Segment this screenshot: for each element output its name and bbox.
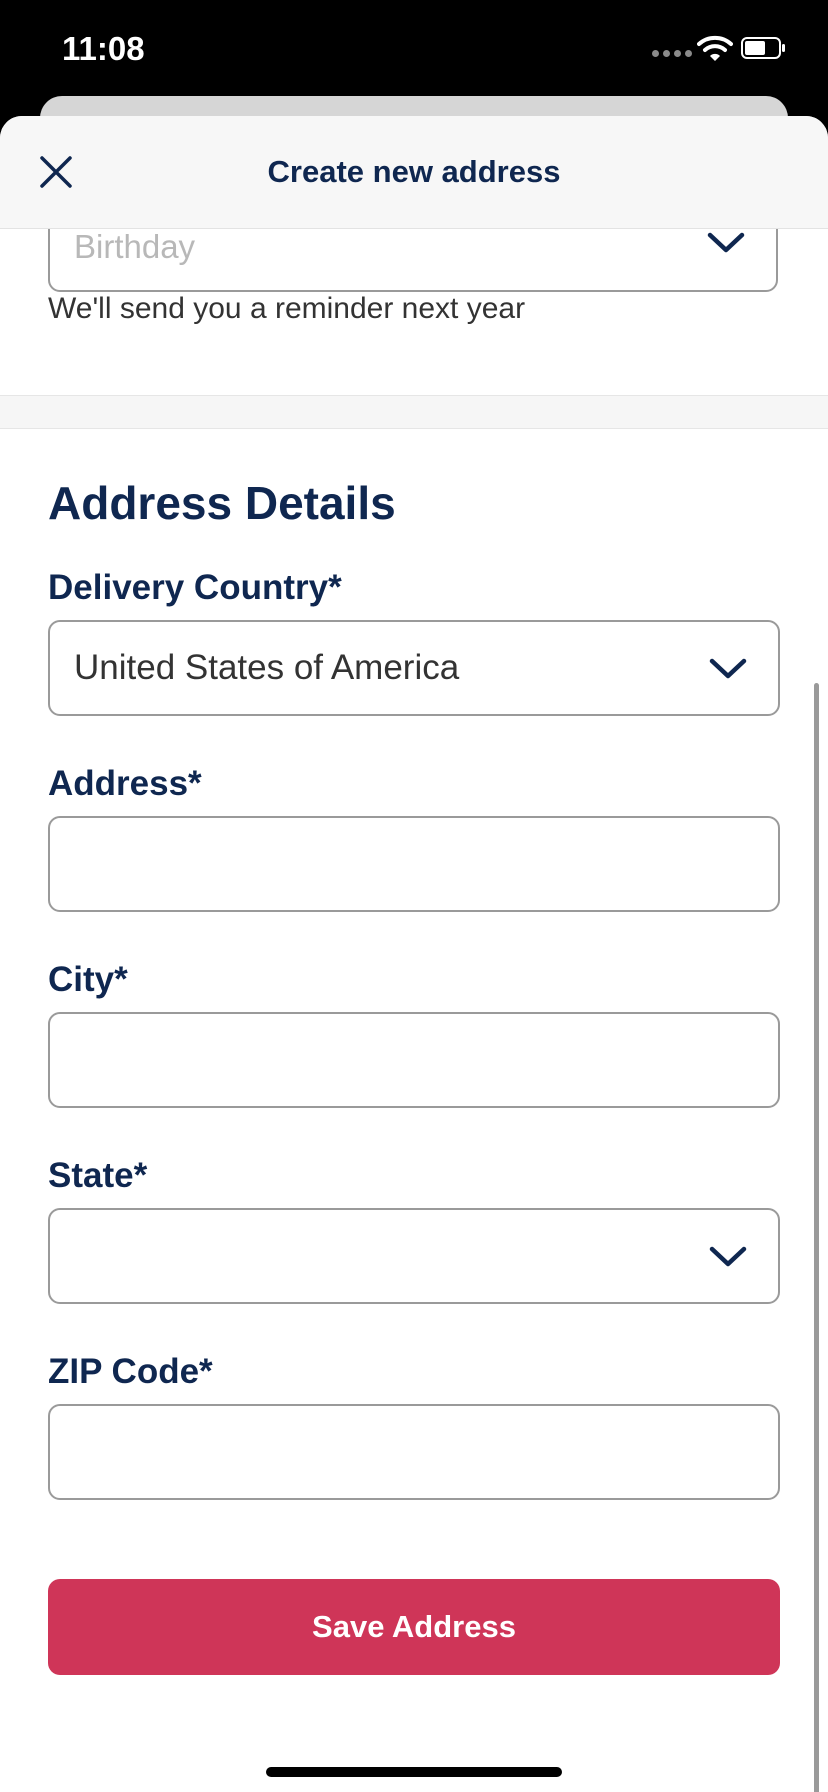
chevron-down-icon — [709, 1246, 747, 1267]
city-label: City* — [48, 960, 128, 999]
zip-code-label: ZIP Code* — [48, 1352, 213, 1391]
city-input[interactable] — [48, 1012, 780, 1108]
save-address-button[interactable]: Save Address — [48, 1579, 780, 1675]
delivery-country-label: Delivery Country* — [48, 568, 342, 607]
delivery-country-value: United States of America — [74, 648, 460, 687]
home-indicator[interactable] — [266, 1767, 562, 1777]
address-sheet: Create new address Birthday We'll send y… — [0, 116, 828, 1792]
battery-icon — [741, 37, 785, 59]
zip-code-input[interactable] — [48, 1404, 780, 1500]
section-divider — [0, 395, 828, 429]
state-select[interactable] — [48, 1208, 780, 1304]
scrollbar[interactable] — [814, 683, 819, 1792]
status-bar: 11:08 — [0, 0, 828, 100]
birthday-placeholder: Birthday — [74, 228, 196, 265]
delivery-country-select[interactable]: United States of America — [48, 620, 780, 716]
sheet-header: Create new address — [0, 116, 828, 229]
chevron-down-icon — [707, 232, 745, 253]
page-title: Create new address — [267, 154, 561, 189]
status-time: 11:08 — [62, 30, 145, 67]
chevron-down-icon — [709, 658, 747, 679]
cellular-signal-icon — [652, 50, 692, 57]
address-details-title: Address Details — [48, 477, 396, 529]
address-input[interactable] — [48, 816, 780, 912]
state-label: State* — [48, 1156, 148, 1195]
address-label: Address* — [48, 764, 202, 803]
wifi-icon — [697, 35, 733, 61]
birthday-hint: We'll send you a reminder next year — [48, 292, 526, 325]
